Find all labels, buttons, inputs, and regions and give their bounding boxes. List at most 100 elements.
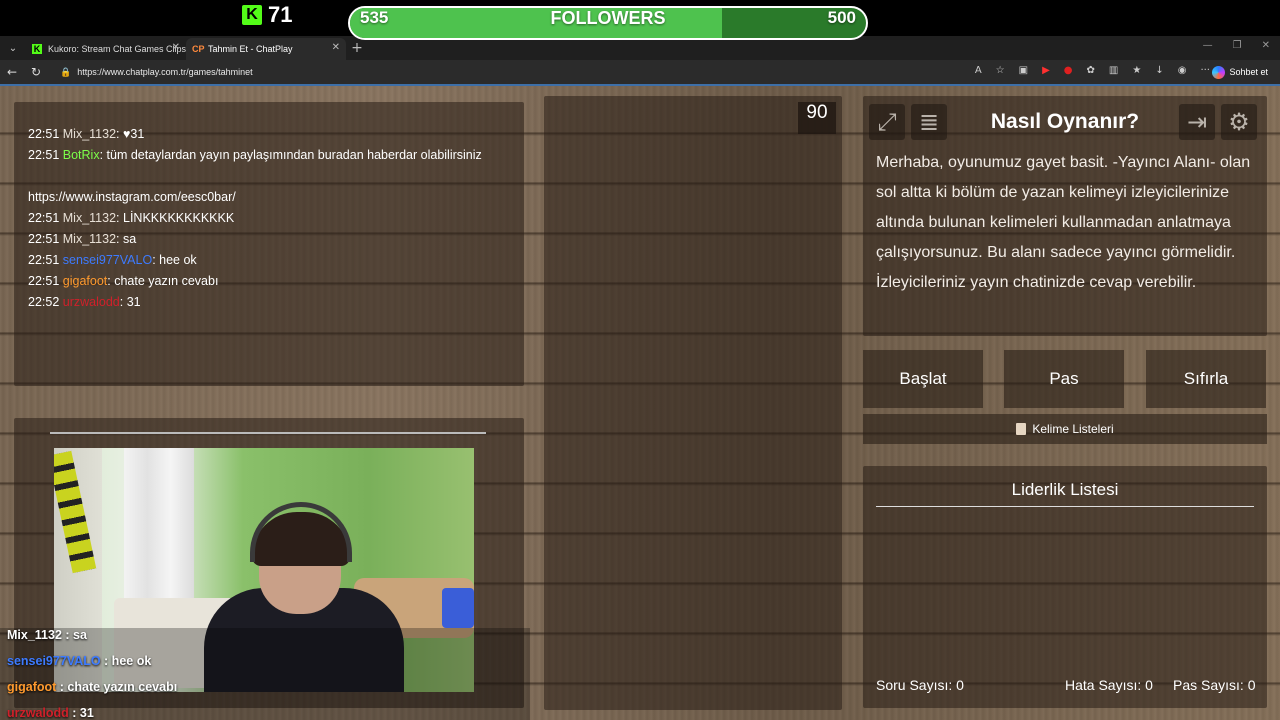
chat-username[interactable]: Mix_1132 <box>63 127 116 141</box>
chat-timestamp: 22:51 <box>28 127 63 141</box>
favorites-icon[interactable]: ★ <box>1132 65 1141 76</box>
chat-message: 22:51 Mix_1132: LİNKKKKKKKKKKK <box>28 208 510 229</box>
overlay-chat-message: urzwalodd : 31 <box>0 706 530 720</box>
pass-button[interactable]: Pas <box>1004 350 1124 408</box>
pass-count: Pas Sayısı: 0 <box>1173 677 1256 693</box>
overlay-chat-username: urzwalodd <box>7 706 69 720</box>
settings-gear-icon[interactable]: ⚙ <box>1221 104 1257 140</box>
new-tab-icon[interactable]: + <box>346 38 368 60</box>
word-lists-label: Kelime Listeleri <box>1032 422 1114 436</box>
chat-message: 22:51 Mix_1132: ♥31 <box>28 124 510 145</box>
leaderboard-panel: Liderlik Listesi Soru Sayısı: 0 Hata Say… <box>863 466 1267 708</box>
extensions-puzzle-icon[interactable]: ✿ <box>1087 65 1095 76</box>
tab-chatplay[interactable]: CP Tahmin Et - ChatPlay ✕ <box>186 38 346 60</box>
minimize-icon[interactable]: — <box>1203 40 1213 51</box>
chat-text: tüm detaylardan yayın paylaşımından bura… <box>106 148 482 162</box>
youtube-extension-icon[interactable]: ▶ <box>1042 65 1050 76</box>
chat-timestamp: 22:51 <box>28 253 63 267</box>
chat-text: https://www.instagram.com/eesc0bar/ <box>28 190 236 204</box>
kick-logo-icon: K <box>242 5 262 25</box>
timer: 90 <box>798 102 836 134</box>
copilot-label: Sohbet et <box>1229 67 1268 77</box>
tab-label: Tahmin Et - ChatPlay <box>208 44 293 54</box>
kick-count: 71 <box>268 2 293 27</box>
overlay-chat-username: gigafoot <box>7 680 57 694</box>
read-aloud-icon[interactable]: A <box>975 65 982 76</box>
chat-message: https://www.instagram.com/eesc0bar/ <box>28 187 510 208</box>
overlay-chat-username: sensei977VALO <box>7 654 101 668</box>
logout-icon[interactable]: ⇥ <box>1179 104 1215 140</box>
chat-text: sa <box>123 232 137 246</box>
leaderboard-title: Liderlik Listesi <box>876 480 1254 507</box>
start-button[interactable]: Başlat <box>863 350 983 408</box>
overlay-chat-message: gigafoot : chate yazın cevabı <box>0 680 530 706</box>
webcam-curtain <box>124 448 194 618</box>
copilot-chat-button[interactable]: Sohbet et <box>1208 63 1272 81</box>
favorite-star-icon[interactable]: ☆ <box>996 65 1005 76</box>
close-icon[interactable]: ✕ <box>332 42 340 53</box>
followers-goal-bar: 535 FOLLOWERS 500 <box>348 6 868 40</box>
close-icon[interactable]: ✕ <box>172 42 180 53</box>
refresh-icon[interactable]: ↻ <box>24 65 48 79</box>
overlay-chat-message: Mix_1132 : sa <box>0 628 530 654</box>
chat-message: 22:51 sensei977VALO: hee ok <box>28 250 510 271</box>
streamer-area-panel: 90 <box>544 96 842 710</box>
chat-timestamp: 22:51 <box>28 274 63 288</box>
chat-panel: 22:51 Mix_1132: ♥31 22:51 BotRix: tüm det… <box>14 102 524 386</box>
reset-button[interactable]: Sıfırla <box>1146 350 1266 408</box>
extension-icon[interactable]: ● <box>1064 65 1073 76</box>
downloads-icon[interactable]: ↓ <box>1155 65 1163 76</box>
chat-message: 22:51 BotRix: tüm detaylardan yayın payl… <box>28 145 510 166</box>
overlay-chat-username: Mix_1132 <box>7 628 62 642</box>
chat-username[interactable]: sensei977VALO <box>63 253 152 267</box>
tab-kukoro[interactable]: K Kukoro: Stream Chat Games Clips ✕ <box>26 38 186 60</box>
lock-icon: 🔒 <box>60 66 72 77</box>
maximize-icon[interactable]: ❐ <box>1233 40 1242 51</box>
how-to-play-text: Merhaba, oyunumuz gayet basit. -Yayıncı … <box>876 154 1251 291</box>
split-screen-icon[interactable]: ▥ <box>1109 65 1118 76</box>
webcam-headset <box>250 502 352 562</box>
chat-timestamp: 22:51 <box>28 232 63 246</box>
chat-text: 31 <box>126 295 141 309</box>
followers-title: FOLLOWERS <box>550 8 666 28</box>
tab-label: Kukoro: Stream Chat Games Clips <box>48 44 186 54</box>
copilot-icon <box>1212 65 1226 79</box>
close-window-icon[interactable]: ✕ <box>1262 40 1270 51</box>
fullscreen-icon[interactable]: ⤢ <box>869 104 905 140</box>
overlay-chat-text: : hee ok <box>100 654 152 668</box>
overlay-chat-text: : chate yazın cevabı <box>56 680 178 694</box>
back-icon[interactable]: ← <box>0 65 24 79</box>
notes-icon[interactable]: ≣ <box>911 104 947 140</box>
chat-message: 22:52 urzwalodd: 31 <box>28 292 510 313</box>
chat-username[interactable]: Mix_1132 <box>63 232 116 246</box>
chat-separator: : <box>116 211 123 225</box>
webcam-basket <box>442 588 474 628</box>
chat-text: LİNKKKKKKKKKKK <box>123 211 235 225</box>
chat-text: hee ok <box>159 253 197 267</box>
url-text: https://www.chatplay.com.tr/games/tahmin… <box>77 67 253 77</box>
tab-actions-icon[interactable]: ⌄ <box>0 36 26 60</box>
overlay-chat-text: : 31 <box>68 706 94 720</box>
chat-text: chate yazın cevabı <box>114 274 219 288</box>
divider <box>50 432 486 434</box>
chat-text: ♥31 <box>123 127 145 141</box>
chat-username[interactable]: Mix_1132 <box>63 211 116 225</box>
address-bar-row: ← ↻ 🔒 https://www.chatplay.com.tr/games/… <box>0 60 1280 84</box>
chat-separator: : <box>116 127 123 141</box>
profile-avatar-icon[interactable]: ◉ <box>1178 65 1187 76</box>
chat-username[interactable]: BotRix <box>63 148 100 162</box>
kick-follower-badge: K 71 <box>242 2 292 28</box>
chat-separator: : <box>99 148 107 162</box>
stream-chat-overlay: Mix_1132 : sa sensei977VALO : hee ok gigaf… <box>0 628 530 720</box>
extension-icon[interactable]: ▣ <box>1019 65 1028 76</box>
chat-separator: : <box>116 232 123 246</box>
overlay-chat-text: : sa <box>61 628 87 642</box>
chat-username[interactable]: urzwalodd <box>63 295 120 309</box>
chat-message: 22:51 gigafoot: chate yazın cevabı <box>28 271 510 292</box>
chat-timestamp: 22:51 <box>28 148 63 162</box>
how-to-play-title: Nasıl Oynanır? <box>990 110 1140 133</box>
chat-username[interactable]: gigafoot <box>63 274 107 288</box>
word-lists-button[interactable]: Kelime Listeleri <box>863 414 1267 444</box>
followers-goal: 500 <box>827 8 856 27</box>
toolbar-icons: A ☆ ▣ ▶ ● ✿ ▥ ★ ↓ ◉ ··· <box>975 65 1210 76</box>
